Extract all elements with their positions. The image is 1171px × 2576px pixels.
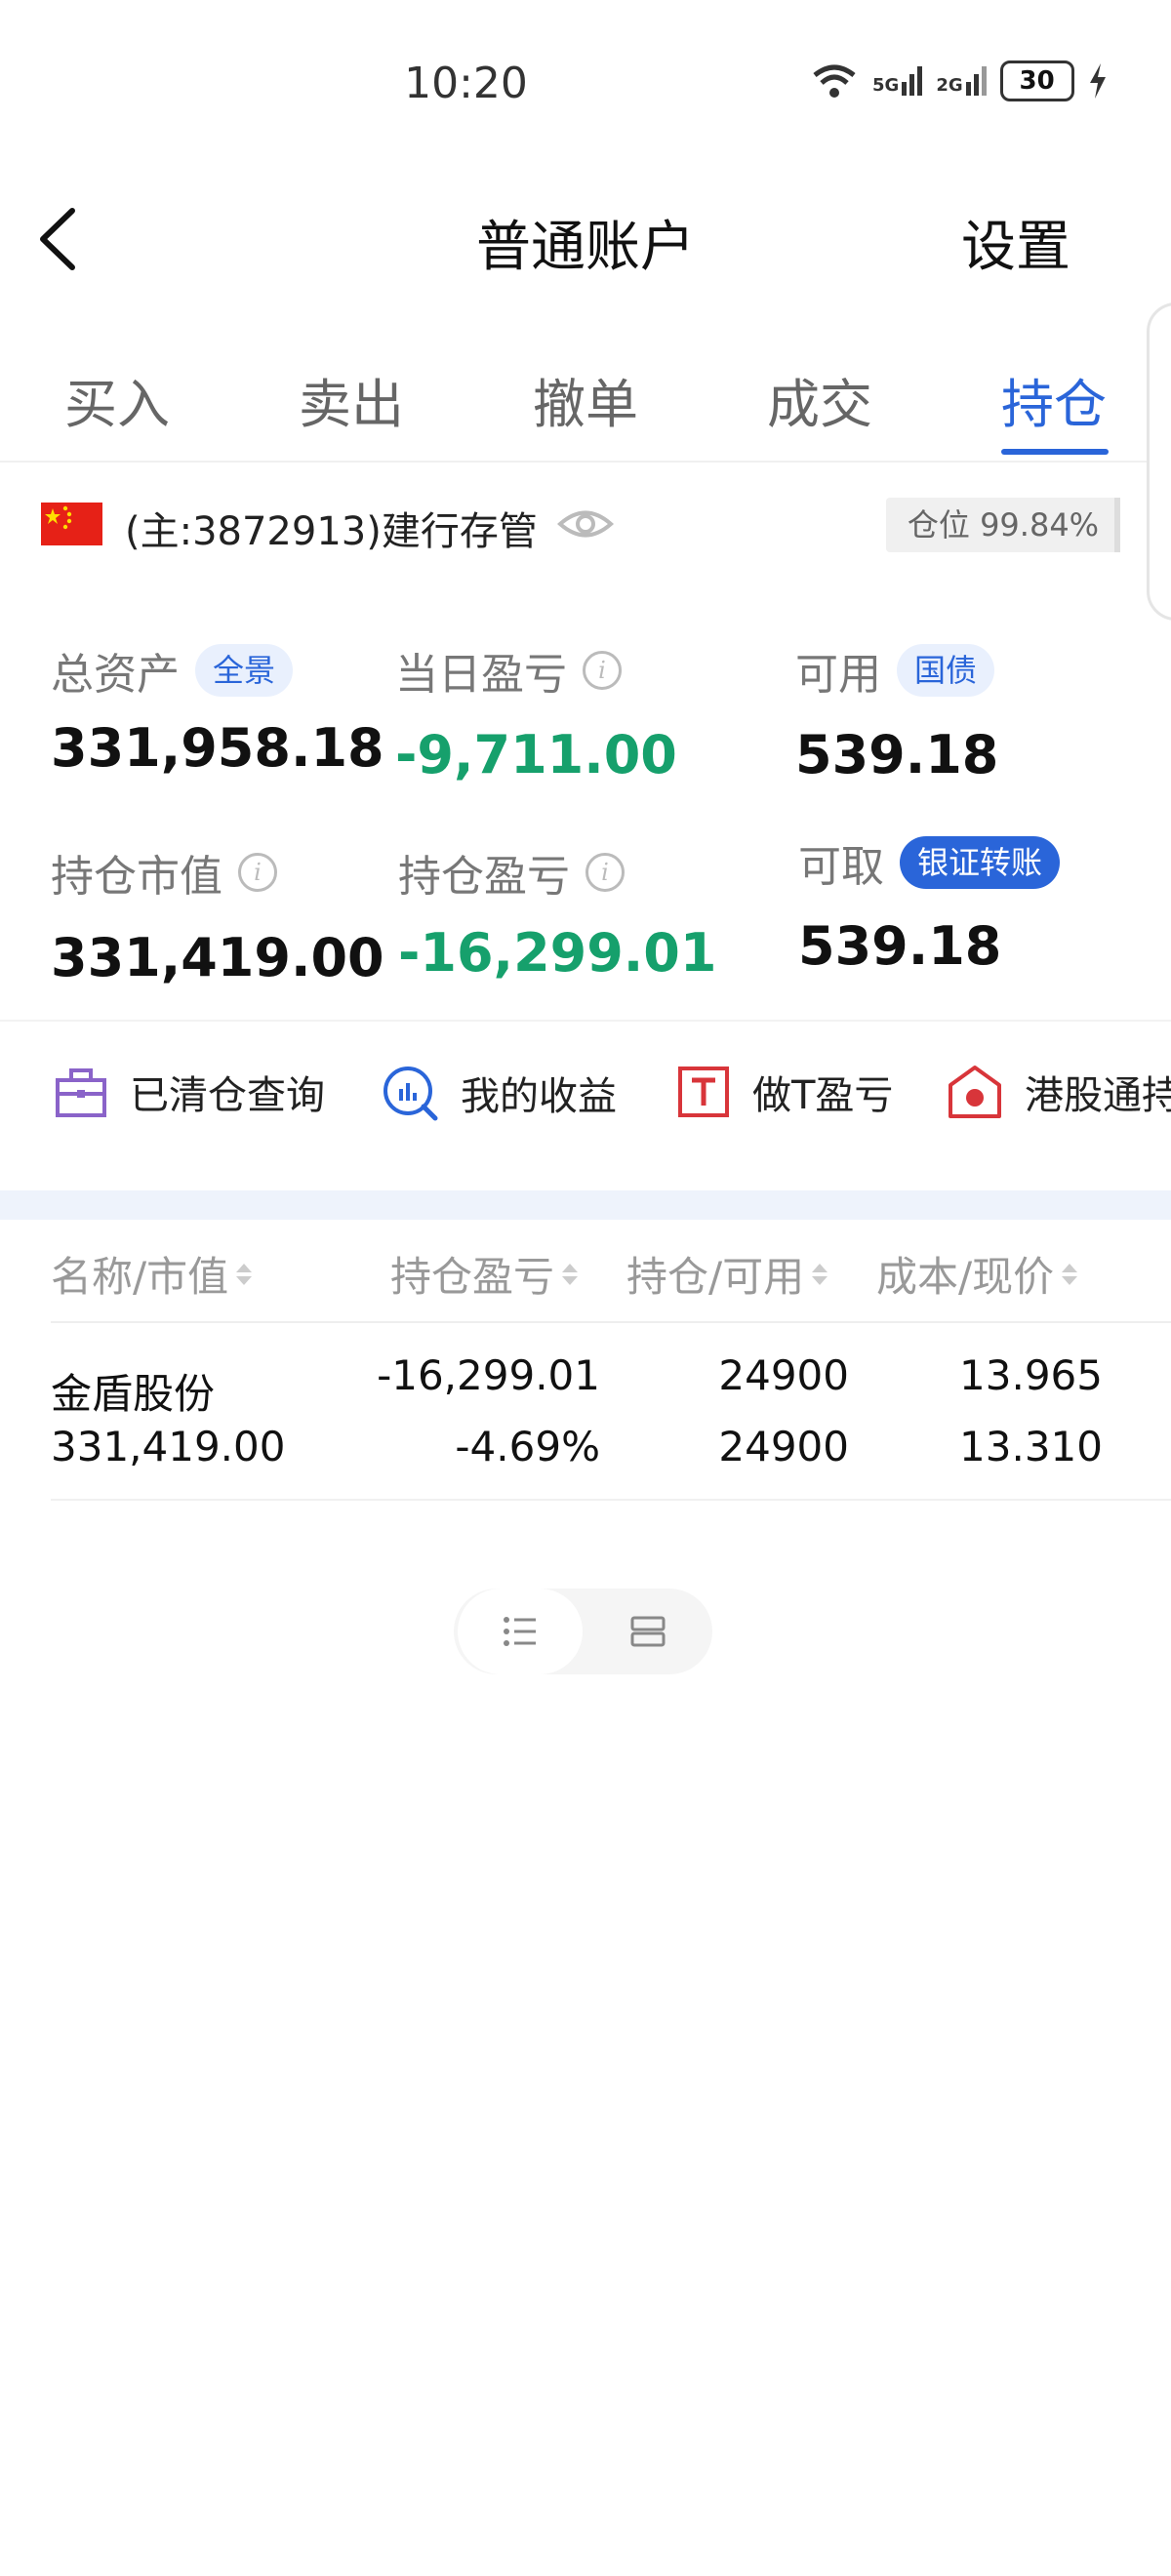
info-icon[interactable]: i <box>586 853 625 892</box>
side-drawer-handle[interactable] <box>1147 302 1171 621</box>
stock-market-value: 331,419.00 <box>51 1423 286 1470</box>
sort-icon <box>812 1263 828 1285</box>
column-header-label: 持仓/可用 <box>626 1253 805 1301</box>
column-header-holding[interactable]: 持仓/可用 <box>626 1244 828 1304</box>
stock-holding: 24900 <box>718 1351 849 1399</box>
daily-pnl-value: -9,711.00 <box>395 724 677 785</box>
account-label[interactable]: (主:3872913)建行存管 <box>125 500 538 556</box>
stats-divider <box>0 1020 1171 1022</box>
signal-5g-icon: 5G <box>872 66 923 96</box>
holding-pnl-label: 持仓盈亏 <box>398 852 570 902</box>
stock-price: 13.310 <box>959 1423 1103 1470</box>
section-gap <box>0 1190 1171 1220</box>
total-assets-label: 总资产 <box>51 650 180 700</box>
tab-sell[interactable]: 卖出 <box>299 361 404 438</box>
stock-cost: 13.965 <box>959 1351 1103 1399</box>
daily-pnl-label: 当日盈亏 <box>395 650 567 700</box>
withdrawable-value: 539.18 <box>798 915 1002 977</box>
column-header-pnl[interactable]: 持仓盈亏 <box>390 1244 579 1304</box>
holding-pnl-value: -16,299.01 <box>398 922 717 984</box>
status-icons: 5G 2G 30 <box>810 60 1108 101</box>
quick-link-label: 我的收益 <box>461 1074 617 1119</box>
quick-link-label: 已清仓查询 <box>130 1073 325 1118</box>
bank-transfer-button[interactable]: 银证转账 <box>900 836 1061 889</box>
my-earnings-link[interactable]: 我的收益 <box>381 1064 617 1122</box>
table-row[interactable]: 金盾股份 331,419.00 -16,299.01 -4.69% 24900 … <box>0 1327 1171 1499</box>
settings-button[interactable]: 设置 <box>961 203 1070 282</box>
tab-deals[interactable]: 成交 <box>767 361 872 438</box>
list-view-button[interactable] <box>458 1589 583 1674</box>
hk-connect-link[interactable]: 港股通持 <box>947 1064 1171 1120</box>
tab-cancel-order[interactable]: 撤单 <box>533 361 638 438</box>
daily-pnl-header: 当日盈亏 i <box>395 639 622 702</box>
treasury-bond-badge[interactable]: 国债 <box>897 644 995 697</box>
table-header-divider <box>51 1321 1171 1323</box>
t-box-icon <box>678 1067 729 1117</box>
tab-buy[interactable]: 买入 <box>64 361 170 438</box>
stock-available: 24900 <box>718 1423 849 1470</box>
available-value: 539.18 <box>795 724 999 785</box>
total-assets-value: 331,958.18 <box>51 717 384 779</box>
column-header-label: 名称/市值 <box>51 1253 229 1301</box>
quick-link-label: 做T盈亏 <box>752 1073 894 1118</box>
info-icon[interactable]: i <box>238 853 277 892</box>
hk-house-icon <box>949 1066 1001 1118</box>
charging-icon <box>1089 63 1106 99</box>
wifi-icon <box>813 64 856 98</box>
tabs-divider <box>0 461 1171 463</box>
total-assets-header: 总资产 全景 <box>51 639 294 702</box>
tab-holdings[interactable]: 持仓 <box>1001 361 1107 438</box>
china-flag-icon <box>41 503 102 545</box>
chart-search-icon <box>384 1067 438 1121</box>
withdrawable-header: 可取 银证转账 <box>798 831 1061 894</box>
position-ratio-badge: 仓位 99.84% <box>886 498 1120 552</box>
list-icon <box>504 1617 536 1646</box>
withdrawable-label: 可取 <box>798 842 884 892</box>
eye-icon[interactable] <box>556 500 615 548</box>
sort-icon <box>562 1263 579 1285</box>
holding-value-header: 持仓市值 i <box>51 841 277 904</box>
holding-value-value: 331,419.00 <box>51 927 384 988</box>
panorama-badge[interactable]: 全景 <box>195 644 294 697</box>
battery-indicator: 30 <box>999 60 1074 101</box>
column-header-name[interactable]: 名称/市值 <box>51 1244 253 1304</box>
row-divider <box>51 1499 1171 1501</box>
available-label: 可用 <box>795 650 881 700</box>
stock-name: 金盾股份 <box>51 1370 216 1418</box>
sort-icon <box>1062 1263 1078 1285</box>
trade-tabs: 买入 卖出 撤单 成交 持仓 <box>0 351 1171 461</box>
day-trade-pnl-link[interactable]: 做T盈亏 <box>676 1064 893 1120</box>
card-view-icon <box>630 1616 666 1647</box>
available-header: 可用 国债 <box>795 639 995 702</box>
info-icon[interactable]: i <box>583 651 622 690</box>
cleared-positions-link[interactable]: 已清仓查询 <box>54 1064 325 1120</box>
column-header-label: 成本/现价 <box>876 1253 1055 1301</box>
stock-pnl-percent: -4.69% <box>455 1423 600 1470</box>
holding-value-label: 持仓市值 <box>51 852 222 902</box>
sort-icon <box>236 1263 253 1285</box>
column-header-label: 持仓盈亏 <box>390 1253 555 1301</box>
column-header-cost-price[interactable]: 成本/现价 <box>876 1244 1078 1304</box>
view-mode-toggle <box>454 1589 712 1674</box>
briefcase-icon <box>56 1068 106 1117</box>
quick-link-label: 港股通持 <box>1025 1073 1171 1118</box>
holding-pnl-header: 持仓盈亏 i <box>398 841 625 904</box>
stock-pnl: -16,299.01 <box>377 1351 600 1399</box>
status-time: 10:20 <box>404 59 528 108</box>
active-tab-indicator <box>1001 449 1109 455</box>
signal-2g-icon: 2G <box>936 66 987 96</box>
card-view-button[interactable] <box>586 1589 710 1674</box>
